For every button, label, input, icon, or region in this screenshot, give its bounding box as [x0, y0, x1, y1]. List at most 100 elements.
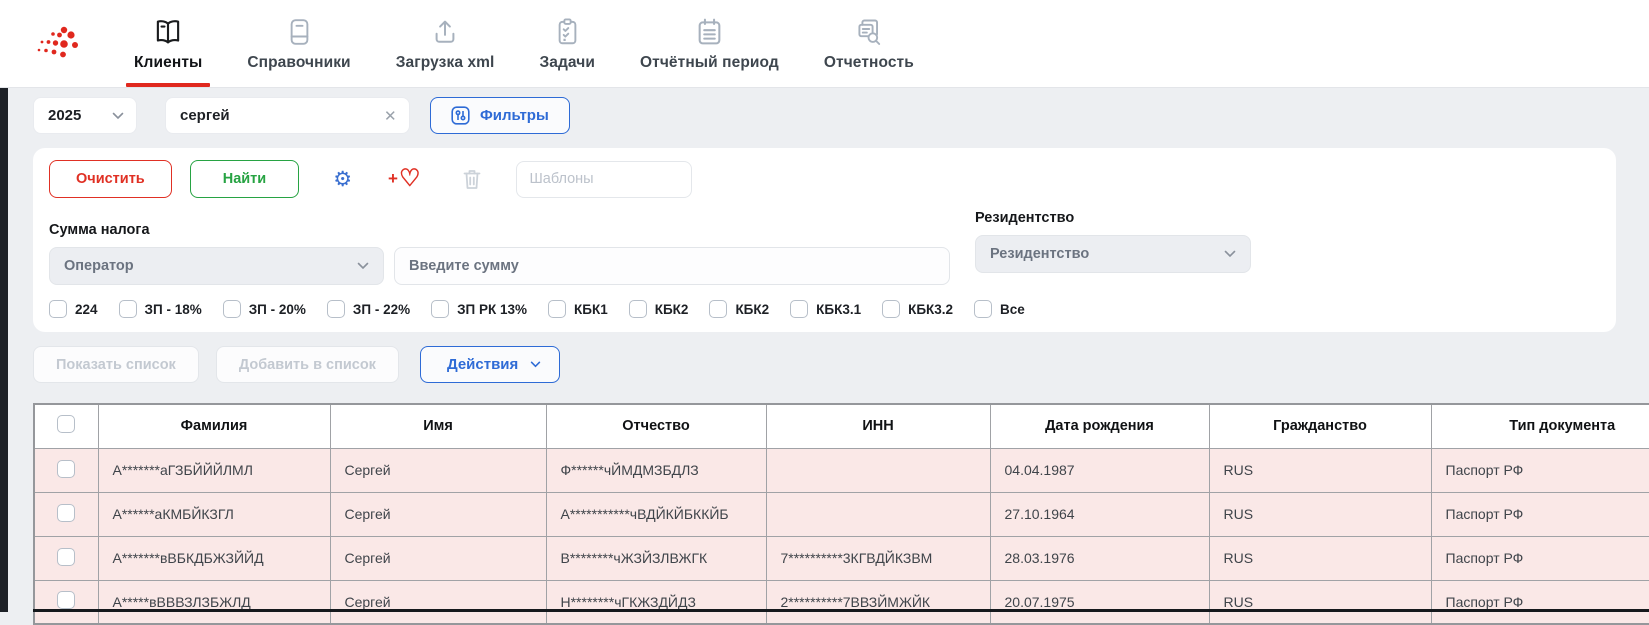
checkbox-label: КБК1 [574, 302, 608, 317]
table-row[interactable]: А******аКМБЙКЗГЛ Сергей А***********чВДЙ… [34, 492, 1649, 536]
table-row[interactable]: А*******вВБКДБЖЗЙЙД Сергей В********чЖЗЙ… [34, 536, 1649, 580]
open-book-icon [153, 15, 183, 47]
checkbox-kbk1[interactable]: КБК1 [548, 300, 608, 318]
checkbox-input[interactable] [709, 300, 727, 318]
cell-patronymic: В********чЖЗЙЗЛВЖГК [546, 536, 766, 580]
checkbox-input[interactable] [548, 300, 566, 318]
checkbox-zp-22[interactable]: ЗП - 22% [327, 300, 410, 318]
cell-birth-date: 28.03.1976 [990, 536, 1209, 580]
checkbox-label: ЗП - 20% [249, 302, 306, 317]
column-header-citizenship: Гражданство [1209, 404, 1431, 448]
operator-select[interactable]: Оператор [49, 247, 384, 285]
amount-input[interactable] [394, 247, 950, 285]
column-header-name: Имя [330, 404, 546, 448]
checkbox-label: ЗП РК 13% [457, 302, 527, 317]
operator-select-value: Оператор [64, 258, 134, 274]
checkbox-label: ЗП - 22% [353, 302, 410, 317]
nav-label: Клиенты [134, 54, 202, 72]
checkbox-zp-20[interactable]: ЗП - 20% [223, 300, 306, 318]
checkbox-kbk3-2[interactable]: КБК3.2 [882, 300, 953, 318]
checkbox-224[interactable]: 224 [49, 300, 98, 318]
cell-birth-date: 20.07.1975 [990, 580, 1209, 624]
nav-item-tasks[interactable]: Задачи [537, 0, 597, 87]
search-input[interactable] [180, 107, 381, 124]
filters-button[interactable]: Фильтры [430, 97, 570, 134]
checkbox-label: КБК3.1 [816, 302, 861, 317]
find-button[interactable]: Найти [190, 160, 299, 198]
residency-select[interactable]: Резидентство [975, 235, 1251, 273]
nav-item-reporting[interactable]: Отчетность [822, 0, 916, 87]
residency-block: Резидентство Резидентство [975, 210, 1251, 273]
journal-icon [286, 15, 313, 47]
chevron-down-icon [112, 112, 124, 120]
main-nav: Клиенты Справочники Загрузка xml [132, 0, 916, 87]
trash-icon[interactable] [462, 168, 482, 190]
nav-label: Отчётный период [640, 54, 779, 72]
cell-citizenship: RUS [1209, 448, 1431, 492]
residency-select-value: Резидентство [990, 246, 1089, 262]
checkbox-input[interactable] [119, 300, 137, 318]
cell-name: Сергей [330, 492, 546, 536]
checkbox-zp-18[interactable]: ЗП - 18% [119, 300, 202, 318]
row-checkbox[interactable] [57, 460, 75, 478]
checkbox-zp-rk-13[interactable]: ЗП РК 13% [431, 300, 527, 318]
cell-doc-type: Паспорт РФ [1431, 580, 1649, 624]
row-select-cell [34, 536, 98, 580]
checkbox-input[interactable] [223, 300, 241, 318]
checkbox-all[interactable]: Все [974, 300, 1025, 318]
cell-inn [766, 448, 990, 492]
checkbox-kbk3-1[interactable]: КБК3.1 [790, 300, 861, 318]
checkbox-input[interactable] [431, 300, 449, 318]
tax-filter-checkboxes: 224 ЗП - 18% ЗП - 20% ЗП - 22% ЗП РК 13%… [49, 300, 1600, 318]
column-header-patronymic: Отчество [546, 404, 766, 448]
table-row[interactable]: А*******аГЗБЙЙЙЛМЛ Сергей Ф******чЙМДМЗБ… [34, 448, 1649, 492]
year-value: 2025 [48, 107, 81, 124]
templates-input[interactable] [516, 161, 692, 198]
checkbox-input[interactable] [629, 300, 647, 318]
cell-inn [766, 492, 990, 536]
cell-doc-type: Паспорт РФ [1431, 492, 1649, 536]
checkbox-kbk2[interactable]: КБК2 [629, 300, 689, 318]
select-all-checkbox[interactable] [57, 415, 75, 433]
select-all-cell [34, 404, 98, 448]
table-row[interactable]: А*****вВВВЗЛЗБЖЛД Сергей Н********чГКЖЗД… [34, 580, 1649, 624]
add-favorite-icon[interactable]: + ♡ [388, 167, 420, 191]
nav-item-clients[interactable]: Клиенты [132, 0, 204, 87]
cell-birth-date: 27.10.1964 [990, 492, 1209, 536]
row-checkbox[interactable] [57, 504, 75, 522]
checkbox-label: КБК2 [655, 302, 689, 317]
nav-item-directories[interactable]: Справочники [245, 0, 352, 87]
checkbox-input[interactable] [790, 300, 808, 318]
year-select[interactable]: 2025 [33, 97, 137, 134]
clear-search-icon[interactable]: ✕ [381, 107, 400, 125]
heart-icon: ♡ [399, 167, 421, 191]
active-tab-underline [126, 83, 210, 87]
nav-label: Справочники [247, 54, 350, 72]
add-to-list-button[interactable]: Добавить в список [216, 346, 399, 383]
cell-surname: А*******аГЗБЙЙЙЛМЛ [98, 448, 330, 492]
row-checkbox[interactable] [57, 548, 75, 566]
checkbox-input[interactable] [49, 300, 67, 318]
row-checkbox[interactable] [57, 591, 75, 609]
chevron-down-icon [357, 262, 369, 270]
clear-button[interactable]: Очистить [49, 160, 172, 198]
brand-logo [26, 0, 86, 87]
row-select-cell [34, 580, 98, 624]
checkbox-input[interactable] [327, 300, 345, 318]
gear-icon[interactable]: ⚙ [333, 169, 352, 190]
column-header-doc-type: Тип документа [1431, 404, 1649, 448]
cell-name: Сергей [330, 536, 546, 580]
search-box: ✕ [165, 97, 410, 134]
nav-item-xml-upload[interactable]: Загрузка xml [394, 0, 497, 87]
app-header: Клиенты Справочники Загрузка xml [0, 0, 1649, 88]
nav-item-reporting-period[interactable]: Отчётный период [638, 0, 781, 87]
checkbox-kbk2-2[interactable]: КБК2 [709, 300, 769, 318]
plus-sign: + [388, 169, 398, 189]
checkbox-input[interactable] [882, 300, 900, 318]
actions-dropdown-button[interactable]: Действия [420, 346, 560, 383]
nav-label: Отчетность [824, 54, 914, 72]
checkbox-input[interactable] [974, 300, 992, 318]
checkbox-label: Все [1000, 302, 1025, 317]
show-list-button[interactable]: Показать список [33, 346, 199, 383]
top-filter-row: 2025 ✕ Фильтры [33, 97, 1649, 134]
